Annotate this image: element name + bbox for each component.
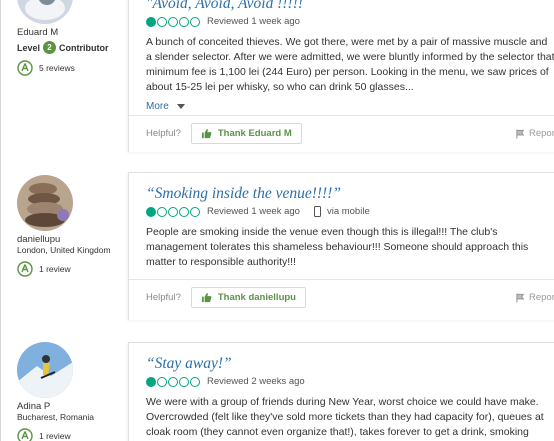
rating-bubble-icon [157,206,167,217]
review-count-icon [17,60,33,76]
review-body: We were with a group of friends during N… [146,396,544,438]
rating-bubble-icon [190,16,200,27]
review-date: Reviewed 1 week ago [207,16,300,27]
review-date: Reviewed 1 week ago [207,206,300,217]
review-title[interactable]: "Avoid, Avoid, Avoid !!!!! [146,0,554,13]
thank-button[interactable]: Thank daniellupu [190,287,306,308]
rating-bubble-icon [146,206,156,217]
avatar[interactable] [17,175,73,231]
via-mobile-label: via mobile [326,206,370,217]
review-count-label: 1 review [39,264,71,274]
rating-bubbles [146,16,201,27]
avatar[interactable] [17,0,73,24]
thank-button[interactable]: Thank Eduard M [190,123,302,144]
helpful-label: Helpful? [146,128,181,139]
reviewer-name[interactable]: Adina P [17,401,127,412]
mobile-phone-icon [313,206,321,217]
flag-icon [516,129,525,138]
reviewer-info: daniellupu London, United Kingdom 1 revi… [17,175,127,277]
review-card: "Avoid, Avoid, Avoid !!!!! Reviewed 1 we… [128,0,554,152]
rating-bubble-icon [179,376,189,387]
review-count-label: 5 reviews [39,63,75,73]
reviewer-location: London, United Kingdom [17,245,111,255]
review-body: People are smoking inside the venue even… [146,226,529,268]
review-count-label: 1 review [39,431,71,441]
rating-bubble-icon [146,16,156,27]
rating-bubbles [146,376,201,387]
contributor-level: Level 2 Contributor [17,41,127,54]
review-card: “Smoking inside the venue!!!!” Reviewed … [128,172,554,320]
review-body: A bunch of conceited thieves. We got the… [146,36,554,93]
helpful-bar: Helpful? Thank daniellupu Report [129,279,554,315]
reviewer-info: Adina P Bucharest, Romania 1 review [17,342,127,441]
level-suffix: Contributor [59,42,109,53]
more-link[interactable]: More [146,101,554,112]
avatar-image [17,175,73,231]
rating-row: Reviewed 1 week ago [146,16,554,27]
chevron-down-icon [176,104,185,109]
rating-bubble-icon [179,16,189,27]
avatar-image [17,342,73,398]
level-badge: 2 [43,41,57,54]
report-label: Report [529,128,554,139]
reviewer-location: Bucharest, Romania [17,412,95,422]
review-title[interactable]: “Stay away!” [146,355,554,373]
rating-bubble-icon [168,16,178,27]
review-card: “Stay away!” Reviewed 2 weeks ago We wer… [128,342,554,441]
rating-bubble-icon [190,206,200,217]
report-link[interactable]: Report [516,292,554,303]
flag-icon [516,293,525,302]
avatar[interactable] [17,342,73,398]
report-label: Report [529,292,554,303]
review-count: 5 reviews [17,60,127,76]
review-title[interactable]: “Smoking inside the venue!!!!” [146,185,554,203]
helpful-bar: Helpful? Thank Eduard M Report [129,115,554,151]
thumbs-up-icon [201,292,212,303]
rating-bubble-icon [157,16,167,27]
via-mobile: via mobile [313,206,370,217]
rating-bubble-icon [190,376,200,387]
reviewer-info: Eduard M Level 2 Contributor 5 reviews [17,0,127,76]
rating-bubble-icon [179,206,189,217]
thank-label: Thank Eduard M [217,128,292,139]
thank-label: Thank daniellupu [217,292,296,303]
reviewer-name[interactable]: Eduard M [17,27,127,38]
avatar-image [17,0,73,24]
rating-bubble-icon [146,376,156,387]
rating-bubble-icon [168,376,178,387]
rating-row: Reviewed 1 week ago via mobile [146,206,554,217]
more-label: More [146,101,169,112]
review-count: 1 review [17,428,127,441]
helpful-label: Helpful? [146,292,181,303]
thumbs-up-icon [201,128,212,139]
rating-bubbles [146,206,201,217]
review-count-icon [17,428,33,441]
review-count: 1 review [17,261,127,277]
report-link[interactable]: Report [516,128,554,139]
level-label: Level [17,42,41,53]
review-date: Reviewed 2 weeks ago [207,376,305,387]
reviews-frame: Eduard M Level 2 Contributor 5 reviews "… [0,0,554,441]
rating-bubble-icon [168,206,178,217]
rating-bubble-icon [157,376,167,387]
rating-row: Reviewed 2 weeks ago [146,376,554,387]
review-count-icon [17,261,33,277]
reviewer-name[interactable]: daniellupu [17,234,127,245]
